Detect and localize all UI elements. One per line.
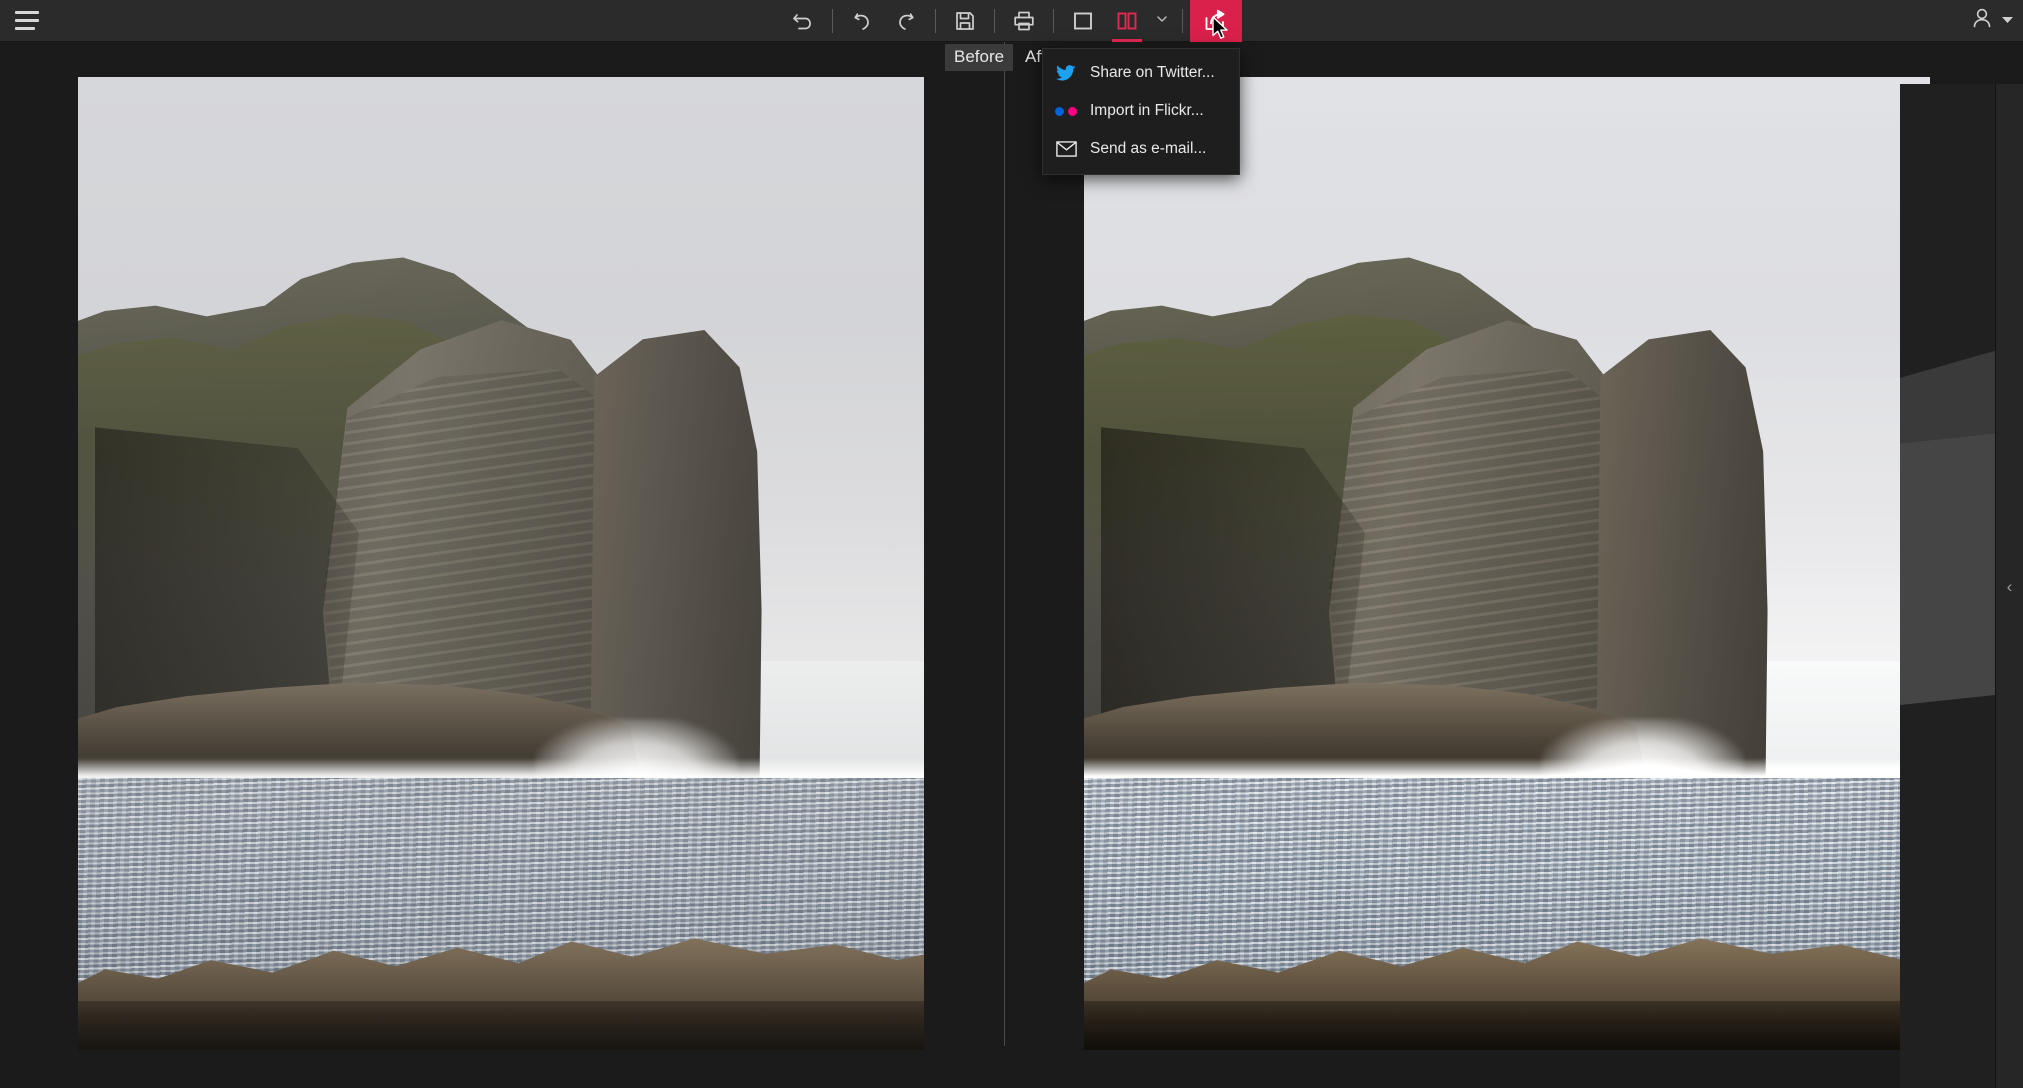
undo-button[interactable] xyxy=(840,0,884,42)
menu-item-label: Import in Flickr... xyxy=(1090,102,1204,119)
compare-workspace: Before After ‹ xyxy=(0,42,2023,1088)
view-options-caret-button[interactable] xyxy=(1149,0,1175,42)
menu-item-import-flickr[interactable]: Import in Flickr... xyxy=(1043,92,1239,130)
split-view-icon xyxy=(1115,9,1139,33)
print-button[interactable] xyxy=(1002,0,1046,42)
single-view-icon xyxy=(1071,9,1095,33)
flickr-dot-blue xyxy=(1055,106,1064,116)
toolbar-separator xyxy=(935,9,936,33)
menu-item-send-email[interactable]: Send as e-mail... xyxy=(1043,130,1239,168)
after-image[interactable] xyxy=(1084,77,1930,1050)
single-view-button[interactable] xyxy=(1061,0,1105,42)
before-label[interactable]: Before xyxy=(945,44,1014,71)
toolbar-separator xyxy=(1182,9,1183,33)
pane-divider[interactable] xyxy=(1004,42,1005,1046)
before-image[interactable] xyxy=(78,77,924,1050)
person-icon xyxy=(1969,5,1995,36)
split-view-button[interactable] xyxy=(1105,0,1149,42)
menu-item-share-twitter[interactable]: Share on Twitter... xyxy=(1043,54,1239,92)
toolbar-separator xyxy=(1053,9,1054,33)
account-button[interactable] xyxy=(1969,5,2013,36)
share-dropdown-menu: Share on Twitter... Import in Flickr... … xyxy=(1042,48,1240,175)
save-button[interactable] xyxy=(943,0,987,42)
toolbar-button-group xyxy=(0,0,2023,42)
backdrop-shape xyxy=(1900,429,1995,709)
print-icon xyxy=(1012,9,1036,33)
chevron-down-icon xyxy=(1155,12,1169,31)
toolbar-separator xyxy=(832,9,833,33)
right-panel-backdrop xyxy=(1900,84,1995,1088)
chevron-down-icon xyxy=(2002,12,2013,30)
toolbar-separator xyxy=(994,9,995,33)
foreground-shadow xyxy=(78,1001,924,1050)
chevron-left-icon: ‹ xyxy=(2006,576,2013,596)
flickr-dot-pink xyxy=(1068,106,1077,116)
share-button[interactable] xyxy=(1190,0,1242,42)
flickr-icon xyxy=(1055,100,1077,122)
foreground-shadow xyxy=(1084,1001,1930,1050)
revert-button[interactable] xyxy=(781,0,825,42)
undo-icon xyxy=(849,8,875,34)
save-icon xyxy=(953,9,977,33)
share-icon xyxy=(1202,8,1230,34)
top-toolbar xyxy=(0,0,2023,42)
right-panel-expand-handle[interactable]: ‹ xyxy=(1995,84,2023,1088)
before-image-content xyxy=(78,77,924,1050)
mail-icon xyxy=(1055,138,1077,160)
redo-button[interactable] xyxy=(884,0,928,42)
pane-label-row: Before After xyxy=(0,42,2023,71)
revert-icon xyxy=(790,8,816,34)
menu-item-label: Share on Twitter... xyxy=(1090,64,1215,81)
twitter-icon xyxy=(1055,62,1077,84)
after-image-content xyxy=(1084,77,1930,1050)
menu-item-label: Send as e-mail... xyxy=(1090,140,1207,157)
redo-icon xyxy=(893,8,919,34)
